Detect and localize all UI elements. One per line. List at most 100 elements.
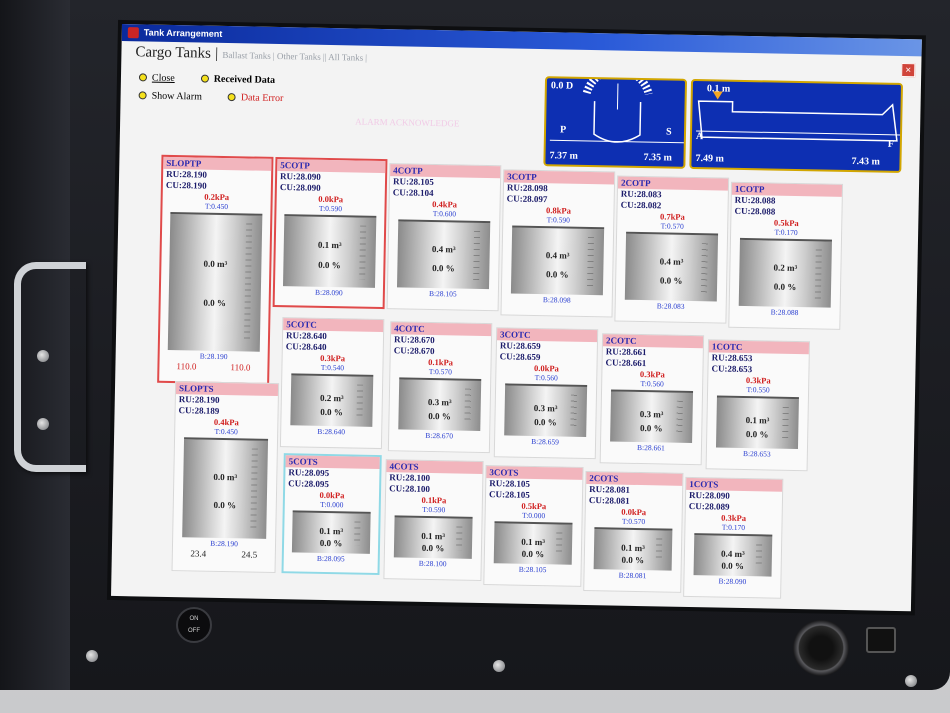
- tank-cylinder: 0.4 m³ 0.0 %: [693, 533, 773, 577]
- tank-bottom-value: B:28.090: [314, 287, 343, 298]
- level-scale: [473, 230, 481, 281]
- tank-panel-c3c[interactable]: 3COTC RU:28.659 CU:28.659 0.0kPa T:0.560…: [493, 327, 599, 460]
- window-title: Tank Arrangement: [143, 27, 223, 39]
- screw: [86, 650, 98, 662]
- tank-temperature: T:0.570: [660, 221, 684, 231]
- level-scale: [814, 249, 822, 300]
- tank-panel-c2c[interactable]: 2COTC RU:28.661 CU:28.661 0.3kPa T:0.560…: [599, 333, 705, 466]
- draft-gauge-transverse: 0.0 D P S 7.37 m 7.35 m: [543, 76, 688, 169]
- tank-temperature: T:0.560: [534, 372, 558, 383]
- level-scale: [455, 526, 463, 551]
- tab-ballast-tanks[interactable]: Ballast Tanks: [222, 50, 271, 61]
- power-label: ON OFF: [188, 616, 200, 634]
- draft-gauge-longitudinal: 0.1 m A F 7.49 m 7.43 m: [689, 78, 904, 173]
- tank-temperature: T:0.590: [546, 215, 570, 225]
- level-scale: [555, 532, 563, 557]
- tank-panel-c5c[interactable]: 5COTC RU:28.640 CU:28.640 0.3kPa T:0.540…: [279, 317, 385, 450]
- tank-bottom-value: B:28.653: [742, 449, 771, 459]
- tank-bottom-value: B:28.105: [518, 564, 547, 575]
- level-scale: [782, 406, 789, 441]
- tank-panel-c1c[interactable]: 1COTC RU:28.653 CU:28.653 0.3kPa T:0.550…: [705, 339, 811, 472]
- tank-temperature: T:0.170: [774, 227, 798, 238]
- tank-panel-c4c[interactable]: 4COTC RU:28.670 CU:28.670 0.1kPa T:0.570…: [387, 321, 493, 454]
- tank-cylinder: 0.2 m³ 0.0 %: [738, 237, 832, 308]
- radio-icon: [227, 93, 236, 102]
- tank-panel-c4s[interactable]: 4COTS RU:28.100 CU:28.100 0.1kPa T:0.590…: [383, 459, 484, 582]
- tank-panel-slotp[interactable]: SLOPTP RU:28.190 CU:28.190 0.2kPa T:0.45…: [157, 154, 274, 385]
- tank-cylinder: 0.1 m³ 0.0 %: [593, 527, 673, 571]
- radio-icon: [138, 73, 148, 82]
- tank-cylinder: 0.0 m³ 0.0 %: [182, 437, 269, 539]
- tank-cu: CU:28.081: [588, 495, 630, 506]
- tank-cylinder: 0.1 m³ 0.0 %: [715, 395, 799, 450]
- tank-cylinder: 0.0 m³ 0.0 %: [167, 211, 263, 352]
- close-option[interactable]: Close: [138, 72, 175, 84]
- level-scale: [356, 384, 364, 419]
- close-button[interactable]: ×: [901, 62, 916, 78]
- tank-panel-c1p[interactable]: 1COTP RU:28.088 CU:28.088 0.5kPa T:0.170…: [728, 181, 844, 330]
- tab-bar: Cargo Tanks | Ballast Tanks | Other Tanks…: [135, 44, 368, 63]
- tank-temperature: T:0.570: [428, 366, 453, 377]
- tank-bottom-value: B:28.081: [618, 570, 647, 581]
- level-scale: [359, 225, 367, 280]
- tank-bottom-value: B:28.105: [428, 288, 457, 299]
- tank-extras: 23.4 24.5: [173, 548, 275, 560]
- console-handle: [14, 262, 86, 472]
- tank-panel-c5s[interactable]: 5COTS RU:28.095 CU:28.095 0.0kPa T:0.000…: [281, 453, 382, 576]
- tank-panel-c2s[interactable]: 2COTS RU:28.081 CU:28.081 0.0kPa T:0.570…: [583, 470, 684, 593]
- tank-cylinder: 0.3 m³ 0.0 %: [504, 383, 588, 437]
- tank-temperature: T:0.170: [721, 522, 746, 533]
- tab-all-tanks[interactable]: All Tanks: [328, 52, 363, 63]
- tank-bottom-value: B:28.098: [542, 295, 571, 305]
- tank-bottom-value: B:28.100: [418, 558, 447, 569]
- screw: [37, 350, 49, 362]
- level-scale: [243, 223, 253, 344]
- tank-bottom-value: B:28.640: [317, 426, 346, 437]
- tank-bottom-value: B:28.088: [770, 307, 799, 318]
- tank-panel-c3s[interactable]: 3COTS RU:28.105 CU:28.105 0.5kPa T:0.000…: [483, 465, 584, 587]
- level-scale: [755, 544, 763, 569]
- tank-cu: CU:28.095: [288, 478, 330, 490]
- tank-cylinder: 0.4 m³ 0.0 %: [624, 231, 719, 302]
- tank-bottom-value: B:28.095: [316, 553, 345, 564]
- tank-temperature: T:0.540: [320, 362, 345, 373]
- tank-bottom-value: B:28.670: [425, 430, 454, 441]
- tank-bottom-value: B:28.659: [531, 436, 560, 447]
- tank-panel-slots[interactable]: SLOPTS RU:28.190 CU:28.189 0.4kPa T:0.45…: [171, 381, 280, 574]
- level-scale: [676, 400, 683, 435]
- tank-cylinder: 0.1 m³ 0.0 %: [291, 510, 371, 554]
- level-scale: [464, 388, 472, 423]
- level-scale: [655, 538, 663, 563]
- tank-panel-c3p[interactable]: 3COTP RU:28.098 CU:28.097 0.8kPa T:0.590…: [500, 169, 616, 318]
- tank-cylinder: 0.2 m³ 0.0 %: [290, 373, 374, 427]
- data-error-indicator: Data Error: [227, 92, 283, 104]
- tank-cylinder: 0.3 m³ 0.0 %: [610, 389, 694, 444]
- tank-panel-c4p[interactable]: 4COTP RU:28.105 CU:28.104 0.4kPa T:0.600…: [386, 163, 502, 312]
- tank-temperature: T:0.570: [621, 516, 646, 527]
- tank-temperature: T:0.590: [422, 504, 446, 515]
- usb-port: [866, 627, 896, 653]
- tank-temperature: T:0.550: [746, 385, 770, 395]
- level-scale: [570, 394, 577, 429]
- tank-panel-c1s[interactable]: 1COTS RU:28.090 CU:28.089 0.3kPa T:0.170…: [683, 476, 784, 599]
- tank-panel-c5p[interactable]: 5COTP RU:28.090 CU:28.090 0.0kPa T:0.590…: [272, 156, 388, 310]
- tank-temperature: T:0.000: [521, 510, 546, 521]
- level-scale: [354, 521, 361, 546]
- tank-cu: CU:28.105: [488, 489, 530, 500]
- tank-cylinder: 0.1 m³ 0.0 %: [393, 515, 473, 559]
- show-alarm-option[interactable]: Show Alarm: [138, 90, 202, 102]
- tank-extra-2: 110.0: [230, 362, 251, 373]
- screw: [905, 675, 917, 687]
- tab-cargo-tanks[interactable]: Cargo Tanks: [135, 44, 211, 61]
- level-scale: [250, 448, 258, 531]
- tank-extra-1: 110.0: [176, 361, 197, 372]
- tank-cu: CU:28.089: [688, 500, 730, 512]
- tank-temperature: T:0.450: [204, 201, 229, 212]
- tab-other-tanks[interactable]: Other Tanks: [277, 51, 321, 62]
- tank-panel-c2p[interactable]: 2COTP RU:28.083 CU:28.082 0.7kPa T:0.570…: [614, 175, 730, 324]
- tank-bottom-value: B:28.090: [718, 576, 747, 587]
- tank-bottom-value: B:28.661: [637, 442, 665, 453]
- screw: [37, 418, 49, 430]
- tank-cylinder: 0.4 m³ 0.0 %: [510, 225, 605, 296]
- tank-bottom-value: B:28.083: [656, 301, 685, 311]
